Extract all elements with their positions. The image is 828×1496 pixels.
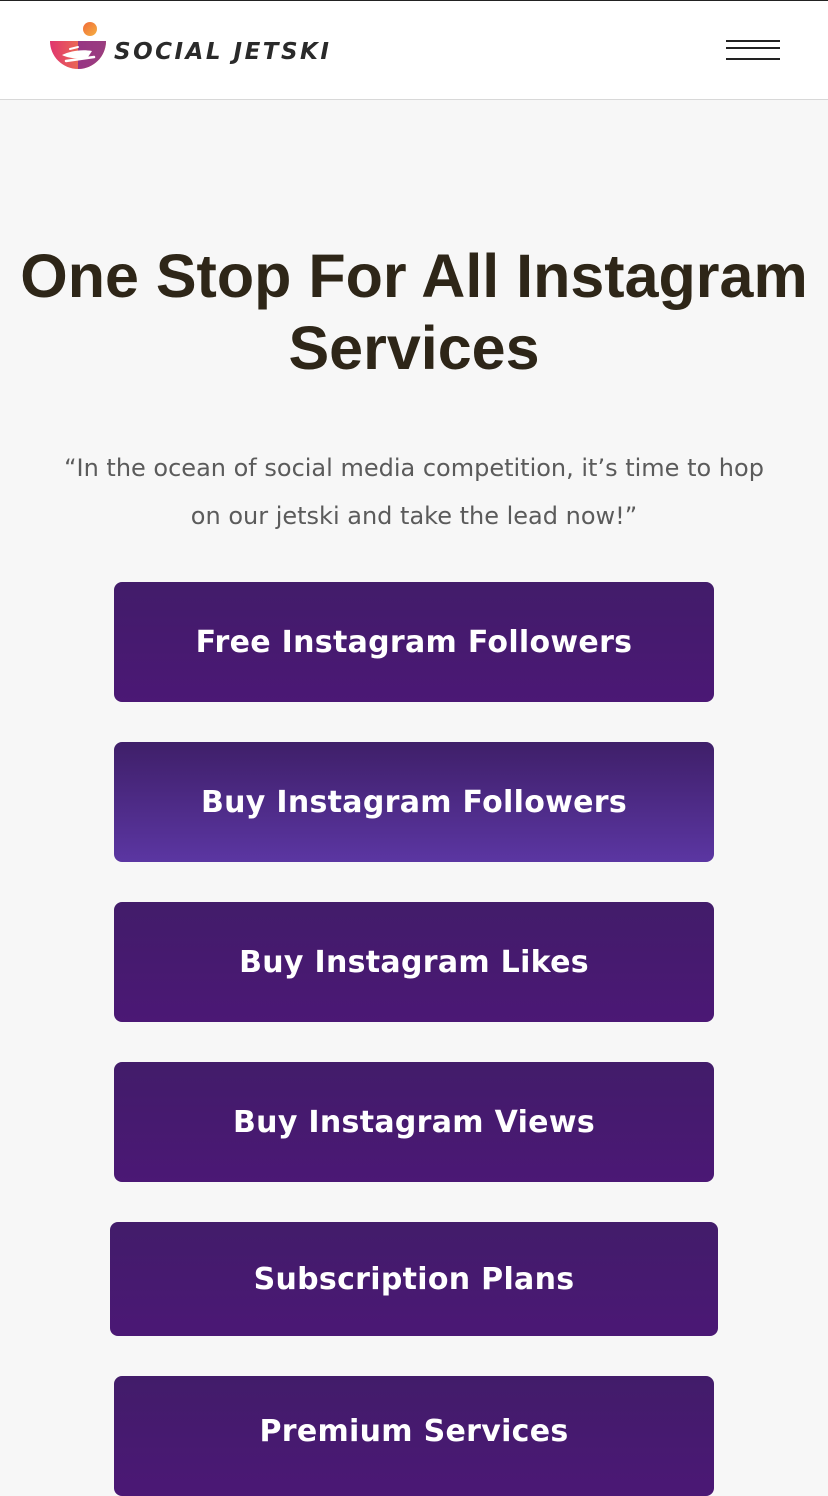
- free-instagram-followers-button[interactable]: Free Instagram Followers: [114, 582, 714, 702]
- logo-text: SOCIAL JETSKI: [114, 39, 332, 65]
- subscription-plans-button[interactable]: Subscription Plans: [110, 1222, 718, 1336]
- hero-quote-line-2: on our jetski and take the lead now!”: [190, 502, 638, 530]
- jetski-logo-icon: [50, 22, 106, 69]
- buy-instagram-followers-button[interactable]: Buy Instagram Followers: [114, 742, 714, 862]
- buy-instagram-likes-button[interactable]: Buy Instagram Likes: [114, 902, 714, 1022]
- site-header: SOCIAL JETSKI: [0, 0, 828, 100]
- hero-quote: “In the ocean of social media competitio…: [30, 444, 798, 540]
- buy-instagram-views-button[interactable]: Buy Instagram Views: [114, 1062, 714, 1182]
- premium-services-button[interactable]: Premium Services: [114, 1376, 714, 1496]
- page-title: One Stop For All Instagram Services: [0, 240, 828, 384]
- menu-bar: [726, 58, 780, 60]
- page-title-line-2: Services: [288, 314, 540, 382]
- menu-bar: [726, 47, 780, 49]
- site-logo[interactable]: SOCIAL JETSKI: [48, 21, 331, 81]
- hero-quote-line-1: “In the ocean of social media competitio…: [64, 454, 764, 482]
- menu-bar: [726, 40, 780, 42]
- page-title-line-1: One Stop For All Instagram: [20, 242, 808, 310]
- hamburger-menu-icon[interactable]: [722, 35, 784, 67]
